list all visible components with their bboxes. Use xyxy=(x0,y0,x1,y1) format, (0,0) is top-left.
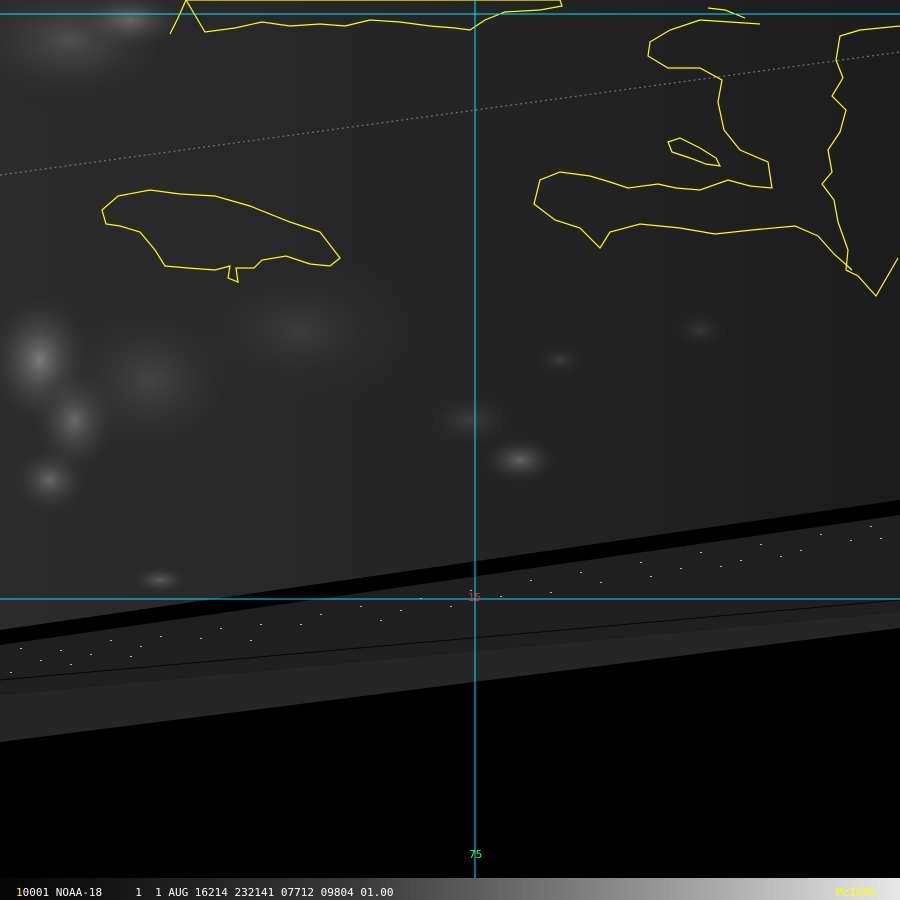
mcidas-brand-label: McIDAS xyxy=(836,886,876,899)
status-details: 0001 NOAA-18 1 1 AUG 16214 232141 07712 … xyxy=(22,886,394,899)
status-frame-digit: 1 xyxy=(16,886,23,899)
satellite-image-frame: 15 75 10001 NOAA-18 1 1 AUG 16214 232141… xyxy=(0,0,900,900)
latitude-label: 15 xyxy=(468,591,482,604)
status-text: 10001 NOAA-18 1 1 AUG 16214 232141 07712… xyxy=(16,886,394,900)
longitude-label: 75 xyxy=(469,848,483,861)
satellite-imagery xyxy=(0,0,900,878)
